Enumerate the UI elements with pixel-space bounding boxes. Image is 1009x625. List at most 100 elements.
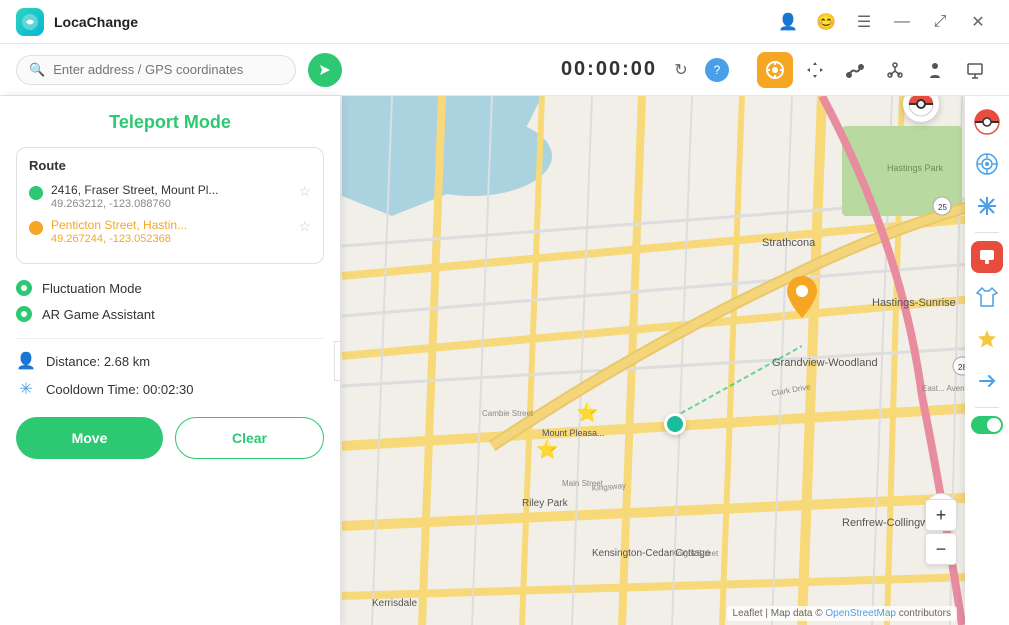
- svg-text:Hastings Park: Hastings Park: [887, 163, 944, 173]
- mode-teleport-button[interactable]: [757, 52, 793, 88]
- menu-button[interactable]: ☰: [849, 7, 879, 37]
- sidebar-divider-2: [975, 407, 999, 408]
- left-panel: Teleport Mode Route 2416, Fraser Street,…: [0, 96, 340, 625]
- svg-text:Riley Park: Riley Park: [522, 498, 569, 509]
- route-item-1-content: 2416, Fraser Street, Mount Pl... 49.2632…: [51, 183, 290, 210]
- svg-text:Mount Pleasa...: Mount Pleasa...: [542, 428, 605, 438]
- mode-move-button[interactable]: [797, 52, 833, 88]
- orange-pin-marker: [787, 276, 817, 323]
- green-dot-marker: [664, 413, 686, 435]
- cooldown-row: ✳ Cooldown Time: 00:02:30: [16, 379, 324, 399]
- sidebar-arrow-button[interactable]: [969, 363, 1005, 399]
- titlebar-right: 👤 😊 ☰ — ⤢ ✕: [773, 7, 993, 37]
- minimize-button[interactable]: —: [887, 7, 917, 37]
- zoom-out-button[interactable]: −: [925, 533, 957, 565]
- route-section: Route 2416, Fraser Street, Mount Pl... 4…: [16, 147, 324, 264]
- profile-button[interactable]: 👤: [773, 7, 803, 37]
- route-dot-orange: [29, 221, 43, 235]
- map-attribution: Leaflet | Map data © OpenStreetMap contr…: [727, 606, 957, 621]
- panel-collapse-button[interactable]: ‹: [334, 341, 340, 381]
- mode-route-button[interactable]: [837, 52, 873, 88]
- ar-game-option[interactable]: AR Game Assistant: [16, 306, 324, 322]
- search-box: 🔍: [16, 55, 296, 85]
- titlebar: LocaChange 👤 😊 ☰ — ⤢ ✕: [0, 0, 1009, 44]
- fluctuation-mode-label: Fluctuation Mode: [42, 281, 142, 296]
- app-logo: [16, 8, 44, 36]
- mode-person-button[interactable]: [917, 52, 953, 88]
- route-name-1: 2416, Fraser Street, Mount Pl...: [51, 183, 290, 197]
- fluctuation-mode-option[interactable]: Fluctuation Mode: [16, 280, 324, 296]
- cooldown-value: 00:02:30: [143, 382, 194, 397]
- map-canvas: Hastings Park Strathcona Hastings-Sunris…: [340, 96, 1009, 625]
- cooldown-label: Cooldown Time:: [46, 382, 139, 397]
- search-icon: 🔍: [29, 62, 45, 78]
- map-area[interactable]: Hastings Park Strathcona Hastings-Sunris…: [340, 96, 1009, 625]
- svg-text:Kerrisdale: Kerrisdale: [372, 598, 417, 609]
- svg-text:Knight Street: Knight Street: [672, 549, 719, 558]
- emoji-button[interactable]: 😊: [811, 7, 841, 37]
- route-item-1: 2416, Fraser Street, Mount Pl... 49.2632…: [29, 183, 311, 210]
- star-marker-1: ⭐: [576, 403, 598, 424]
- timer-display: 00:00:00: [561, 58, 657, 81]
- sidebar-shirt-button[interactable]: [969, 279, 1005, 315]
- route-star-1[interactable]: ☆: [298, 183, 311, 200]
- svg-text:Cambie Street: Cambie Street: [482, 409, 534, 418]
- maximize-button[interactable]: ⤢: [925, 7, 955, 37]
- mode-screen-button[interactable]: [957, 52, 993, 88]
- route-item-2: Penticton Street, Hastin... 49.267244, -…: [29, 218, 311, 245]
- map-zoom-controls: + −: [925, 499, 957, 565]
- move-button[interactable]: Move: [16, 417, 163, 459]
- svg-text:Hastings-Sunrise: Hastings-Sunrise: [872, 297, 956, 309]
- distance-row: 👤 Distance: 2.68 km: [16, 351, 324, 371]
- star-marker-2: ⭐: [536, 440, 558, 461]
- mode-options: Fluctuation Mode AR Game Assistant: [16, 280, 324, 322]
- route-coords-2: 49.267244, -123.052368: [51, 233, 290, 245]
- timer-section: 00:00:00 ↻ ?: [561, 56, 729, 84]
- mode-multi-button[interactable]: [877, 52, 913, 88]
- distance-text: Distance: 2.68 km: [46, 354, 150, 369]
- attribution-separator: | Map data ©: [765, 608, 825, 619]
- main-content: Teleport Mode Route 2416, Fraser Street,…: [0, 96, 1009, 625]
- sidebar-star-button[interactable]: [969, 321, 1005, 357]
- distance-icon: 👤: [16, 351, 36, 371]
- osm-link[interactable]: OpenStreetMap: [825, 608, 896, 619]
- route-label: Route: [29, 158, 311, 173]
- svg-text:Grandview-Woodland: Grandview-Woodland: [772, 357, 878, 369]
- app-title: LocaChange: [54, 14, 138, 30]
- search-input[interactable]: [53, 62, 253, 77]
- cooldown-icon: ✳: [16, 379, 36, 399]
- titlebar-left: LocaChange: [16, 8, 138, 36]
- svg-text:Strathcona: Strathcona: [762, 237, 816, 249]
- toolbar: 🔍 00:00:00 ↻ ?: [0, 44, 1009, 96]
- info-section: 👤 Distance: 2.68 km ✳ Cooldown Time: 00:…: [16, 338, 324, 399]
- send-button[interactable]: [308, 53, 342, 87]
- svg-text:Main Street: Main Street: [562, 479, 604, 488]
- sidebar-divider-1: [975, 232, 999, 233]
- route-coords-1: 49.263212, -123.088760: [51, 198, 290, 210]
- route-star-2[interactable]: ☆: [298, 218, 311, 235]
- route-dot-green: [29, 186, 43, 200]
- contributors-text: contributors: [899, 608, 951, 619]
- sidebar-location-button[interactable]: [969, 146, 1005, 182]
- action-buttons: Move Clear: [16, 417, 324, 459]
- distance-value: 2.68 km: [104, 354, 150, 369]
- timer-help-button[interactable]: ?: [705, 58, 729, 82]
- svg-text:25: 25: [938, 203, 947, 212]
- sidebar-asterisk-button[interactable]: [969, 188, 1005, 224]
- distance-label: Distance:: [46, 354, 100, 369]
- timer-refresh-button[interactable]: ↻: [667, 56, 695, 84]
- cooldown-text: Cooldown Time: 00:02:30: [46, 382, 193, 397]
- sidebar-pokeball-button[interactable]: [969, 104, 1005, 140]
- zoom-in-button[interactable]: +: [925, 499, 957, 531]
- ar-game-label: AR Game Assistant: [42, 307, 155, 322]
- clear-button[interactable]: Clear: [175, 417, 324, 459]
- right-sidebar: [965, 96, 1009, 625]
- route-item-2-content: Penticton Street, Hastin... 49.267244, -…: [51, 218, 290, 245]
- close-button[interactable]: ✕: [963, 7, 993, 37]
- sidebar-toggle[interactable]: [971, 416, 1003, 434]
- fluctuation-radio: [16, 280, 32, 296]
- leaflet-text: Leaflet: [733, 608, 763, 619]
- mode-icons: [757, 52, 993, 88]
- sidebar-paint-button[interactable]: [971, 241, 1003, 273]
- ar-game-radio: [16, 306, 32, 322]
